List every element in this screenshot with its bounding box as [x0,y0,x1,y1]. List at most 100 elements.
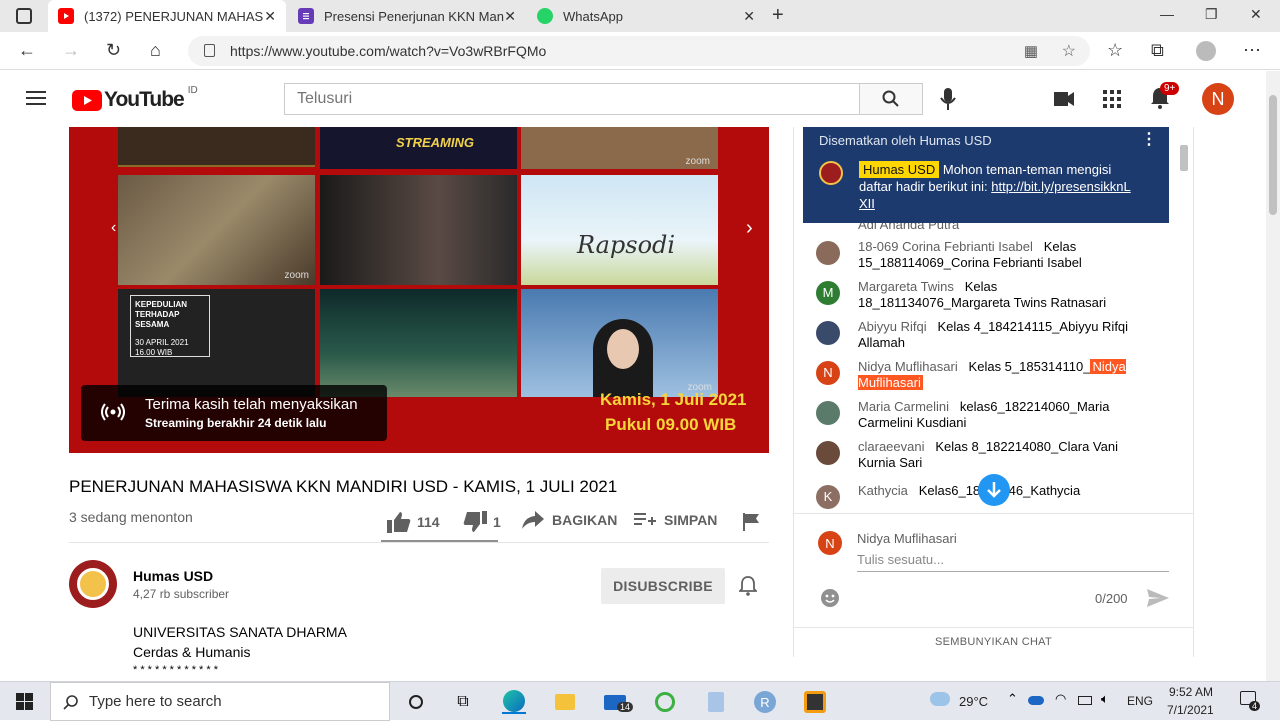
clock-time[interactable]: 9:52 AM [1169,685,1213,699]
dislike-button[interactable]: 1 [463,511,501,533]
scroll-thumb[interactable] [1269,95,1277,215]
youtube-header: YouTube ID 9+ N [0,71,1280,127]
lock-icon[interactable] [204,44,215,57]
share-button[interactable]: BAGIKAN [522,511,617,529]
new-tab-icon[interactable]: + [772,4,784,27]
favorites-icon[interactable]: ☆ [1107,40,1123,61]
windows-start-icon[interactable] [16,693,33,710]
add-favorite-icon[interactable]: ☆ [1062,41,1076,61]
description-line: Cerdas & Humanis [133,644,251,660]
channel-avatar[interactable] [69,560,117,608]
wifi-icon[interactable]: ◠ [1055,691,1066,707]
home-icon[interactable]: ⌂ [150,40,161,61]
chat-message-input[interactable]: Tulis sesuatu... [857,552,1169,572]
chat-author[interactable]: Abiyyu Rifqi [858,319,927,334]
apps-grid-icon[interactable] [1103,90,1121,108]
tab-presensi[interactable]: Presensi Penerjunan KKN Mandir ✕ [288,0,526,32]
pinned-author-badge[interactable]: Humas USD [859,161,940,178]
close-tab-icon[interactable]: ✕ [264,8,276,25]
chat-author[interactable]: Kathycia [858,483,908,498]
notepad-app-icon[interactable] [704,690,728,714]
close-window-icon[interactable]: ✕ [1250,6,1262,23]
thumb-group-photo [118,127,315,167]
close-tab-icon[interactable]: ✕ [743,8,755,25]
rapsodi-title: Rapsodi [577,231,676,259]
video-player[interactable]: STREAMING zoom zoom Rapsodi KEPEDULIAN T… [69,127,769,453]
share-label: BAGIKAN [552,512,618,528]
battery-icon[interactable] [1078,696,1092,705]
task-view-icon[interactable]: ⧉ [451,690,475,714]
forward-icon[interactable]: → [62,40,80,61]
chevron-left-icon[interactable]: ‹ [111,219,116,237]
youtube-wordmark: YouTube [104,88,185,111]
url-field[interactable]: https://www.youtube.com/watch?v=Vo3wRBrF… [188,36,1090,66]
input-username: Nidya Muflihasari [857,531,957,546]
r-app-icon[interactable]: R [753,690,777,714]
chat-message: claraeevani Kelas 8_182214080_Clara Vani… [816,439,1166,471]
description-line: UNIVERSITAS SANATA DHARMA [133,624,347,640]
chat-author[interactable]: Margareta Twins [858,279,954,294]
sublime-text-icon[interactable] [803,690,827,714]
report-flag-icon[interactable] [743,513,759,531]
tab-whatsapp[interactable]: WhatsApp ✕ [527,0,765,32]
emoji-icon[interactable] [820,588,840,608]
chat-author[interactable]: Nidya Muflihasari [858,359,958,374]
browser-tab-strip: (1372) PENERJUNAN MAHASISWA ✕ Presensi P… [0,0,1280,32]
minimize-icon[interactable]: — [1160,6,1174,22]
refresh-icon[interactable]: ↻ [106,40,121,61]
channel-name[interactable]: Humas USD [133,568,213,584]
notification-bell-icon[interactable] [739,576,757,596]
tab-actions-icon[interactable] [16,8,32,24]
temperature[interactable]: 29°C [959,694,988,709]
chat-avatar [816,321,840,345]
maximize-icon[interactable]: ❐ [1205,6,1218,23]
clock-date[interactable]: 7/1/2021 [1167,703,1214,717]
scroll-to-bottom-button[interactable] [978,474,1010,506]
close-tab-icon[interactable]: ✕ [504,8,516,25]
cortana-icon[interactable] [404,690,428,714]
onedrive-icon[interactable] [1028,696,1044,705]
collections-icon[interactable]: ⧉ [1151,40,1164,61]
mail-icon[interactable]: 14 [603,690,634,714]
file-explorer-icon[interactable] [553,690,577,714]
event-date-text: Kamis, 1 Juli 2021 [600,390,747,409]
tab-title: WhatsApp [563,8,623,24]
subscribe-button[interactable]: DISUBSCRIBE [601,568,725,604]
search-input[interactable] [284,83,860,115]
notifications-button[interactable]: 9+ [1150,82,1180,111]
dislike-count: 1 [493,514,501,530]
address-bar: ← → ↻ ⌂ https://www.youtube.com/watch?v=… [0,32,1280,70]
green-app-icon[interactable] [653,690,677,714]
chat-scrollbar[interactable] [1180,145,1188,171]
tab-youtube[interactable]: (1372) PENERJUNAN MAHASISWA ✕ [48,0,286,32]
menu-icon[interactable] [26,91,46,105]
more-options-icon[interactable]: ⋯ [1243,40,1261,61]
thumb-portrait [320,175,517,285]
reader-view-icon[interactable]: ▦ [1024,42,1038,60]
language-indicator[interactable]: ENG [1127,694,1153,708]
microphone-icon[interactable] [940,88,956,110]
more-vert-icon[interactable]: ⋮ [1141,129,1157,149]
chevron-up-icon[interactable]: ⌃ [1007,691,1018,707]
like-button[interactable]: 114 [387,511,440,533]
profile-avatar[interactable] [1196,41,1216,61]
hide-chat-button[interactable]: SEMBUNYIKAN CHAT [793,627,1194,655]
page-scrollbar[interactable] [1266,71,1280,681]
chat-author[interactable]: Maria Carmelini [858,399,949,414]
send-icon[interactable] [1147,589,1169,607]
create-video-icon[interactable] [1054,92,1074,106]
stream-ended-title: Terima kasih telah menyaksikan [145,396,358,413]
taskbar-search[interactable]: Type here to search [50,682,390,721]
edge-browser-icon[interactable] [502,690,526,714]
volume-icon[interactable]: 🔈︎ [1101,691,1109,707]
weather-icon[interactable] [930,692,950,706]
search-button[interactable] [859,83,923,115]
youtube-logo[interactable]: YouTube ID [72,85,198,112]
thumb-rapsodi: Rapsodi [521,175,718,285]
chat-author[interactable]: 18-069 Corina Febrianti Isabel [858,239,1033,254]
save-button[interactable]: SIMPAN [634,511,717,529]
chat-author[interactable]: claraeevani [858,439,925,454]
chevron-right-icon[interactable]: › [746,217,753,240]
account-avatar[interactable]: N [1202,83,1234,115]
back-icon[interactable]: ← [18,40,36,61]
